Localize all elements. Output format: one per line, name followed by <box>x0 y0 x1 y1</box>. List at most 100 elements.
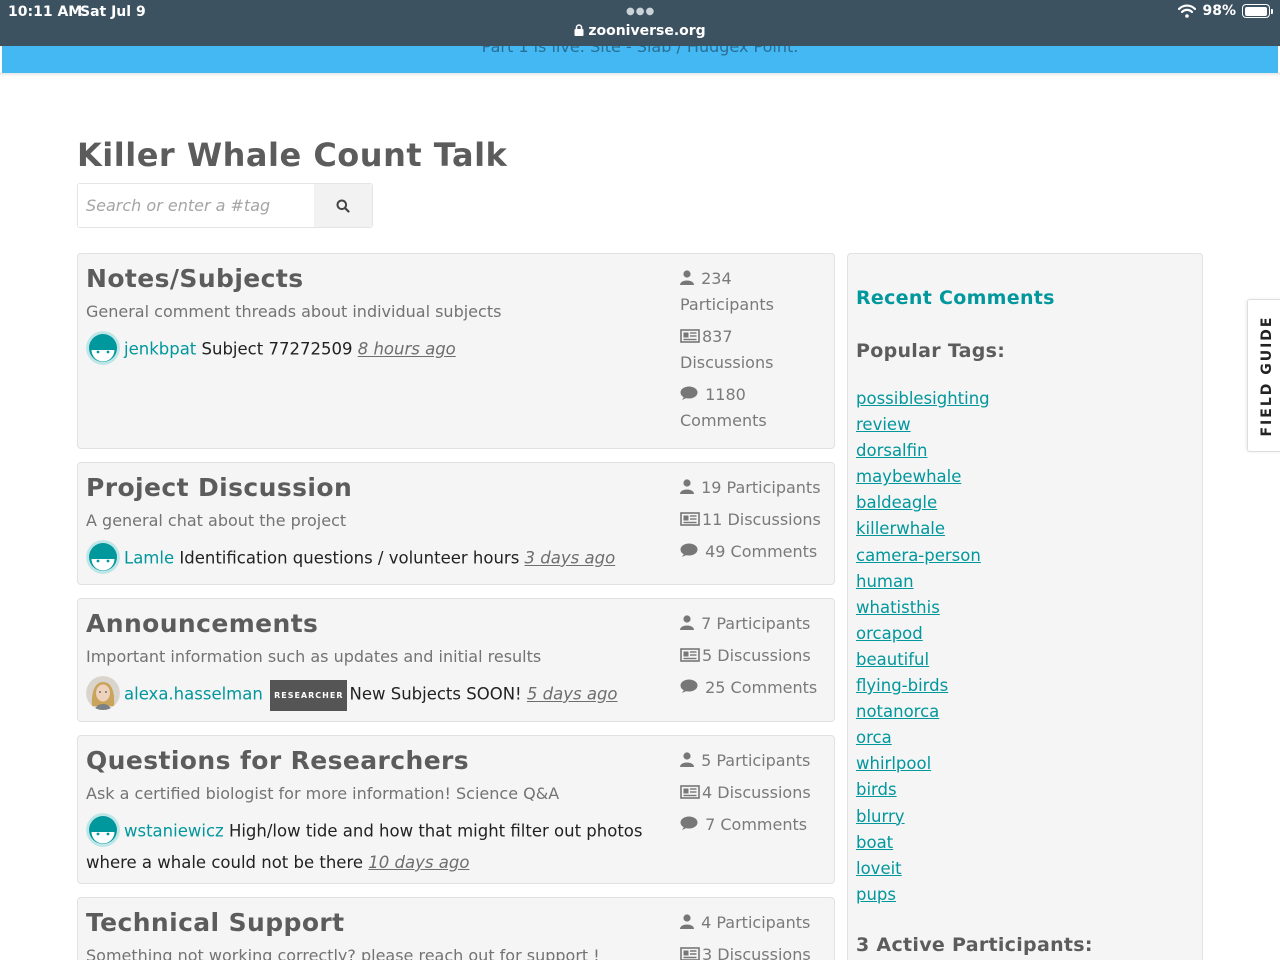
user-avatar[interactable] <box>86 331 120 365</box>
latest-user-link[interactable]: jenkbpat <box>124 340 196 359</box>
tag-item: review <box>856 415 990 441</box>
tag-item: orcapod <box>856 624 990 650</box>
latest-timestamp[interactable]: 8 hours ago <box>358 340 456 359</box>
participants-icon <box>680 270 694 285</box>
board-stats: 19 Participants 11 Discussions 49 Comment… <box>680 475 830 571</box>
project-banner: Part 1 is live: Site - Slab / Hudgex Poi… <box>2 46 1278 73</box>
discussions-count: 837 Discussions <box>680 324 800 376</box>
tag-link[interactable]: pups <box>856 885 896 904</box>
tag-link[interactable]: birds <box>856 780 897 799</box>
date: Sat Jul 9 <box>80 4 146 20</box>
discussions-icon <box>680 785 700 799</box>
comments-icon <box>680 386 698 400</box>
comments-text: 25 Comments <box>705 678 818 697</box>
tag-item: boat <box>856 833 990 859</box>
tag-item: birds <box>856 780 990 806</box>
user-avatar[interactable] <box>86 676 120 710</box>
url-text: zooniverse.org <box>588 23 706 39</box>
tag-link[interactable]: possiblesighting <box>856 389 990 408</box>
tag-item: blurry <box>856 807 990 833</box>
tag-link[interactable]: flying-birds <box>856 676 948 695</box>
board-title-link[interactable]: Project Discussion <box>86 473 666 502</box>
participants-icon <box>680 914 694 929</box>
latest-timestamp[interactable]: 10 days ago <box>368 853 469 872</box>
page-title: Killer Whale Count Talk <box>77 136 508 174</box>
latest-discussion-title[interactable]: New Subjects SOON! <box>349 685 521 704</box>
board-description: Something not working correctly? please … <box>86 946 600 960</box>
tag-link[interactable]: loveit <box>856 859 902 878</box>
tag-item: notanorca <box>856 702 990 728</box>
comments-icon <box>680 543 698 557</box>
tag-link[interactable]: dorsalfin <box>856 441 928 460</box>
address-bar[interactable]: zooniverse.org <box>0 23 1280 39</box>
participants-text: 5 Participants <box>701 751 811 770</box>
tag-link[interactable]: whirlpool <box>856 754 931 773</box>
board-title-link[interactable]: Questions for Researchers <box>86 746 666 775</box>
board-main: Announcements Important information such … <box>86 609 666 712</box>
discussions-text: 5 Discussions <box>702 646 811 665</box>
tag-link[interactable]: beautiful <box>856 650 929 669</box>
search-button[interactable] <box>314 184 372 227</box>
discussions-count: 11 Discussions <box>680 507 830 533</box>
tag-link[interactable]: orca <box>856 728 892 747</box>
tag-link[interactable]: review <box>856 415 911 434</box>
field-guide-tab[interactable]: FIELD GUIDE <box>1247 299 1280 452</box>
discussions-text: 3 Discussions <box>702 945 811 960</box>
board-stats: 5 Participants 4 Discussions 7 Comments <box>680 748 830 844</box>
tag-link[interactable]: baldeagle <box>856 493 937 512</box>
user-avatar[interactable] <box>86 813 120 847</box>
discussions-icon <box>680 512 700 526</box>
comments-count: 7 Comments <box>680 812 830 838</box>
tag-item: maybewhale <box>856 467 990 493</box>
participants-icon <box>680 479 694 494</box>
tag-link[interactable]: camera-person <box>856 546 981 565</box>
participants-text: 4 Participants <box>701 913 811 932</box>
discussions-icon <box>680 648 700 662</box>
latest-post: jenkbpat Subject 77272509 8 hours ago <box>86 331 666 367</box>
participants-icon <box>680 752 694 767</box>
tag-link[interactable]: maybewhale <box>856 467 961 486</box>
board-description: Ask a certified biologist for more infor… <box>86 784 560 803</box>
popular-tags-heading: Popular Tags: <box>856 340 1006 362</box>
tag-link[interactable]: killerwhale <box>856 519 945 538</box>
board-title-link[interactable]: Technical Support <box>86 908 666 937</box>
active-participants-heading: 3 Active Participants: <box>856 934 1093 956</box>
tag-link[interactable]: orcapod <box>856 624 923 643</box>
tag-item: orca <box>856 728 990 754</box>
banner-shadow <box>0 73 1280 77</box>
tag-item: flying-birds <box>856 676 990 702</box>
battery-level <box>1244 6 1268 16</box>
search-input[interactable] <box>78 184 315 227</box>
board-main: Notes/Subjects General comment threads ab… <box>86 264 666 367</box>
latest-post: alexa.hasselman RESEARCHER New Subjects S… <box>86 676 666 712</box>
comments-icon <box>680 679 698 693</box>
discussions-text: 4 Discussions <box>702 783 811 802</box>
user-avatar[interactable] <box>86 540 120 574</box>
tag-link[interactable]: blurry <box>856 807 905 826</box>
battery-icon <box>1242 4 1273 18</box>
latest-user-link[interactable]: alexa.hasselman <box>124 685 263 704</box>
latest-timestamp[interactable]: 3 days ago <box>525 549 616 568</box>
status-right: 98% <box>1178 3 1273 19</box>
latest-discussion-title[interactable]: Subject 77272509 <box>202 340 353 359</box>
latest-user-link[interactable]: wstaniewicz <box>124 822 224 841</box>
tag-link[interactable]: human <box>856 572 914 591</box>
latest-discussion-title[interactable]: Identification questions / volunteer hou… <box>179 549 519 568</box>
recent-comments-link[interactable]: Recent Comments <box>856 287 1055 309</box>
tag-link[interactable]: notanorca <box>856 702 939 721</box>
tag-item: killerwhale <box>856 519 990 545</box>
board-card: Questions for Researchers Ask a certified… <box>77 735 835 884</box>
board-stats: 7 Participants 5 Discussions 25 Comments <box>680 611 830 707</box>
comments-icon <box>680 816 698 830</box>
discussions-count: 3 Discussions <box>680 942 830 960</box>
board-title-link[interactable]: Notes/Subjects <box>86 264 666 293</box>
tag-link[interactable]: boat <box>856 833 893 852</box>
search-icon <box>336 199 350 213</box>
latest-timestamp[interactable]: 5 days ago <box>527 685 618 704</box>
participants-count: 19 Participants <box>680 475 830 501</box>
tag-item: pups <box>856 885 990 911</box>
more-dots-icon[interactable]: ●●● <box>626 6 655 17</box>
board-title-link[interactable]: Announcements <box>86 609 666 638</box>
latest-user-link[interactable]: Lamle <box>124 549 174 568</box>
tag-link[interactable]: whatisthis <box>856 598 940 617</box>
